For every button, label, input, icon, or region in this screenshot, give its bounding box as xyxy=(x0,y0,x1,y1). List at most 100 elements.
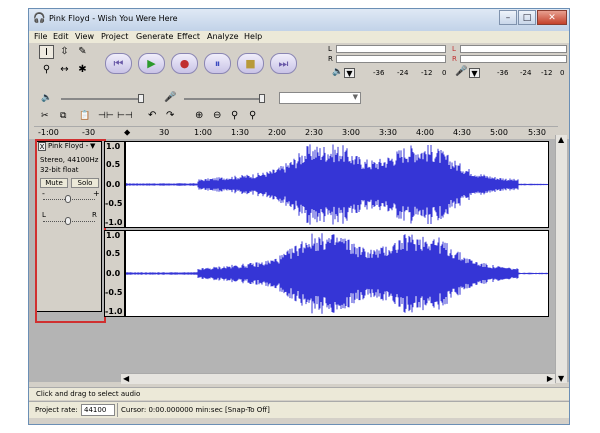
waveform-right-svg xyxy=(126,233,548,314)
menu-help[interactable]: Help xyxy=(244,31,262,43)
meter-tick: -24 xyxy=(520,69,532,77)
meter-tick: -36 xyxy=(373,69,385,77)
menu-generate[interactable]: Generate xyxy=(136,31,173,43)
ruler-label: 5:00 xyxy=(490,128,508,137)
meter-tick: -36 xyxy=(497,69,509,77)
pencil-icon[interactable]: ✎ xyxy=(75,45,90,59)
silence-icon[interactable]: ⊢⊣ xyxy=(117,111,133,121)
project-rate-input[interactable]: 44100 xyxy=(81,404,115,416)
maximize-button[interactable]: □ xyxy=(518,10,536,25)
ruler-label: 2:00 xyxy=(268,128,286,137)
input-source-select[interactable]: ▼ xyxy=(279,92,361,104)
playback-meter-right xyxy=(336,55,446,63)
status-divider xyxy=(117,403,118,417)
menu-view[interactable]: View xyxy=(75,31,94,43)
waveform-left-svg xyxy=(126,144,548,225)
ruler-label: 3:30 xyxy=(379,128,397,137)
menu-file[interactable]: File xyxy=(34,31,47,43)
record-meter-l-label: L xyxy=(452,45,456,53)
ruler-label: 4:30 xyxy=(453,128,471,137)
ruler-label: 1:30 xyxy=(231,128,249,137)
vertical-scrollbar[interactable]: ▲ ▼ xyxy=(555,135,567,383)
vruler-label: -1.0 xyxy=(105,307,123,316)
input-volume-slider[interactable] xyxy=(184,98,264,100)
vruler-label: 0.5 xyxy=(106,160,121,169)
i-beam-icon[interactable]: I xyxy=(39,45,54,59)
vruler-label: 0.0 xyxy=(106,180,121,189)
output-volume-thumb[interactable] xyxy=(138,94,144,103)
output-volume-slider[interactable] xyxy=(61,98,141,100)
meter-tick: 0 xyxy=(560,69,565,77)
window-title: Pink Floyd - Wish You Were Here xyxy=(49,14,178,23)
input-volume-thumb[interactable] xyxy=(259,94,265,103)
app-window: 🎧 Pink Floyd - Wish You Were Here – □ ✕ … xyxy=(28,8,570,425)
fit-selection-icon[interactable]: ⚲ xyxy=(231,110,238,121)
asterisk-icon[interactable]: ✱ xyxy=(75,63,90,77)
record-meter-r-label: R xyxy=(452,55,457,63)
record-button[interactable]: ● xyxy=(171,53,198,74)
stop-button[interactable]: ■ xyxy=(237,53,264,74)
record-meter-menu-icon[interactable]: ▼ xyxy=(469,68,480,78)
toolbar-area: I ⇳ ✎ ⚲ ↔ ✱ ⏮ ▶ ● ⏸ ■ ⏭ L R L R 🔈 ▼ -36 … xyxy=(29,43,569,139)
skip-end-button[interactable]: ⏭ xyxy=(270,53,297,74)
ruler-label: 5:30 xyxy=(528,128,546,137)
zoom-in-icon[interactable]: ⊕ xyxy=(195,110,203,121)
pause-button[interactable]: ⏸ xyxy=(204,53,231,74)
horizontal-scrollbar[interactable]: ◀ ▶ xyxy=(121,373,555,384)
vertical-ruler-bottom: 1.0 0.5 0.0 -0.5 -1.0 xyxy=(104,230,125,317)
ruler-label: 3:00 xyxy=(342,128,360,137)
undo-icon[interactable]: ↶ xyxy=(148,110,156,121)
project-rate-label: Project rate: xyxy=(35,406,78,414)
menu-effect[interactable]: Effect xyxy=(177,31,200,43)
headphones-icon: 🎧 xyxy=(33,13,46,24)
minimize-button[interactable]: – xyxy=(499,10,517,25)
playback-meter-menu-icon[interactable]: ▼ xyxy=(344,68,355,78)
meter-tick: -12 xyxy=(541,69,553,77)
input-volume-icon: 🎤 xyxy=(164,92,177,103)
playback-meter-l-label: L xyxy=(328,45,332,53)
scroll-left-icon[interactable]: ◀ xyxy=(123,374,129,383)
double-arrow-icon[interactable]: ↔ xyxy=(57,63,72,77)
paste-icon[interactable]: 📋 xyxy=(79,111,90,121)
status-hint: Click and drag to select audio xyxy=(36,390,141,398)
trim-icon[interactable]: ⊣⊢ xyxy=(98,111,114,121)
fit-project-icon[interactable]: ⚲ xyxy=(249,110,256,121)
timeline-ruler[interactable]: -1:00 -30 ⬥ 30 1:00 1:30 2:00 2:30 3:00 … xyxy=(34,126,558,138)
record-meter-left xyxy=(460,45,567,53)
ruler-label: 30 xyxy=(159,128,170,137)
menu-project[interactable]: Project xyxy=(101,31,128,43)
scroll-right-icon[interactable]: ▶ xyxy=(547,374,553,383)
ruler-label: 4:00 xyxy=(416,128,434,137)
play-head-icon: ⬥ xyxy=(124,128,131,138)
track-panel-highlight xyxy=(35,139,106,323)
close-window-button[interactable]: ✕ xyxy=(537,10,567,25)
scroll-down-icon[interactable]: ▼ xyxy=(558,374,564,383)
zoom-out-icon[interactable]: ⊖ xyxy=(213,110,221,121)
title-bar: 🎧 Pink Floyd - Wish You Were Here – □ ✕ xyxy=(29,9,569,31)
envelope-icon[interactable]: ⇳ xyxy=(57,45,72,59)
microphone-icon: 🎤 xyxy=(455,66,468,77)
cut-icon[interactable]: ✂ xyxy=(41,111,49,121)
speaker-icon: 🔈 xyxy=(332,67,344,77)
play-button[interactable]: ▶ xyxy=(138,53,165,74)
magnifier-icon[interactable]: ⚲ xyxy=(39,63,54,77)
skip-start-button[interactable]: ⏮ xyxy=(105,53,132,74)
record-meter-right xyxy=(460,55,567,63)
copy-icon[interactable]: ⧉ xyxy=(60,111,66,121)
meter-tick: -24 xyxy=(397,69,409,77)
menu-bar: File Edit View Project Generate Effect A… xyxy=(29,31,569,43)
playback-meter-left xyxy=(336,45,446,53)
redo-icon[interactable]: ↷ xyxy=(166,110,174,121)
waveform-left-channel[interactable] xyxy=(125,141,549,228)
ruler-label: -30 xyxy=(82,128,96,137)
menu-analyze[interactable]: Analyze xyxy=(207,31,239,43)
menu-edit[interactable]: Edit xyxy=(53,31,69,43)
scroll-up-icon[interactable]: ▲ xyxy=(558,135,564,144)
ruler-label: -1:00 xyxy=(38,128,59,137)
vruler-label: 1.0 xyxy=(106,142,121,151)
waveform-right-channel[interactable] xyxy=(125,230,549,317)
vruler-label: -0.5 xyxy=(105,288,123,297)
ruler-label: 1:00 xyxy=(194,128,212,137)
vertical-ruler-top: 1.0 0.5 0.0 -0.5 -1.0 xyxy=(104,141,125,228)
vruler-label: 0.0 xyxy=(106,269,121,278)
